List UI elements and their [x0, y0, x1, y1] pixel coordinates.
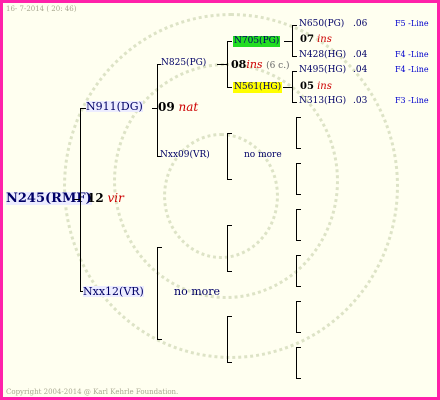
date-stamp: 16- 7-2014 ( 20: 46): [6, 5, 77, 13]
grandparent-2-more: no more: [244, 150, 282, 160]
connector: [296, 209, 297, 240]
root-trait: vir: [107, 191, 124, 205]
parent-2-name[interactable]: Nxx12(VR): [83, 286, 144, 297]
connector: [227, 225, 228, 271]
ancestor-name[interactable]: N428(HG): [299, 51, 346, 60]
grandparent-1-stats: 08ins (6 c.): [231, 59, 290, 71]
root-stats: 12 vir: [87, 192, 124, 204]
ancestor-value: .04: [353, 50, 368, 60]
greatgrand-1-trait: ins: [317, 34, 332, 45]
parent-1-trait: nat: [178, 100, 199, 114]
connector: [227, 133, 228, 179]
ancestor-line: F3 -Line: [395, 96, 429, 105]
ancestor-line: F4 -Line: [395, 65, 429, 74]
greatgrand-1-name[interactable]: N705(PG): [233, 36, 281, 47]
connector: [284, 41, 292, 42]
connector: [227, 316, 232, 317]
greatgrand-1-stats: 07 ins: [300, 35, 332, 45]
parent-2-more: no more: [174, 285, 221, 298]
connector: [296, 347, 297, 378]
ancestor-name[interactable]: N650(PG): [299, 20, 344, 29]
connector: [292, 102, 297, 103]
grandparent-2-name[interactable]: Nxx09(VR): [160, 151, 210, 160]
connector: [296, 378, 301, 379]
connector: [296, 332, 301, 333]
ancestor-name[interactable]: N495(HG): [299, 66, 346, 75]
connector: [227, 316, 228, 362]
connector: [296, 194, 301, 195]
connector: [157, 339, 162, 340]
connector: [296, 148, 301, 149]
connector: [227, 41, 228, 87]
grandparent-1-trait: ins: [246, 58, 263, 71]
connector: [227, 362, 232, 363]
connector: [296, 117, 297, 148]
greatgrand-2-stats: 05 ins: [300, 82, 332, 92]
connector: [227, 41, 232, 42]
connector: [296, 209, 301, 210]
connector: [157, 247, 162, 248]
parent-1-num: 09: [158, 100, 175, 114]
greatgrand-2-trait: ins: [317, 81, 332, 92]
connector: [283, 87, 292, 88]
connector: [296, 240, 301, 241]
parent-1-stats: 09 nat: [158, 101, 198, 113]
connector: [296, 163, 301, 164]
grandparent-1-name[interactable]: N825(PG): [161, 59, 206, 68]
copyright-footer: Copyright 2004-2014 @ Karl Kehrle Founda…: [6, 388, 179, 396]
connector: [227, 225, 232, 226]
connector: [296, 347, 301, 348]
connector: [227, 271, 232, 272]
connector: [296, 255, 297, 286]
connector: [227, 179, 232, 180]
grandparent-1-count: (6 c.): [266, 61, 290, 71]
ancestor-value: .06: [353, 19, 368, 29]
connector: [157, 64, 158, 156]
ancestor-value: .04: [353, 65, 368, 75]
connector: [292, 25, 297, 26]
connector: [217, 64, 227, 65]
pedigree-chart: 16- 7-2014 ( 20: 46) N245(RMF) 12 vir N9…: [3, 3, 437, 397]
ancestor-value: .03: [353, 96, 368, 106]
connector: [292, 25, 293, 56]
root-num: 12: [87, 191, 104, 205]
greatgrand-2-num: 05: [300, 81, 314, 92]
ancestor-line: F5 -Line: [395, 19, 429, 28]
connector: [296, 117, 301, 118]
ancestor-name[interactable]: N313(HG): [299, 97, 346, 106]
connector: [292, 71, 297, 72]
connector: [227, 87, 232, 88]
connector: [296, 286, 301, 287]
connector: [157, 247, 158, 339]
connector: [296, 255, 301, 256]
parent-1-name[interactable]: N911(DG): [86, 101, 143, 112]
connector: [292, 56, 297, 57]
connector: [296, 301, 297, 332]
connector: [227, 133, 232, 134]
connector: [80, 108, 81, 291]
connector: [296, 163, 297, 194]
connector: [292, 71, 293, 102]
greatgrand-2-name[interactable]: N561(HG): [233, 82, 283, 93]
ancestor-line: F4 -Line: [395, 50, 429, 59]
grandparent-1-num: 08: [231, 58, 247, 71]
greatgrand-1-num: 07: [300, 34, 314, 45]
connector: [296, 301, 301, 302]
